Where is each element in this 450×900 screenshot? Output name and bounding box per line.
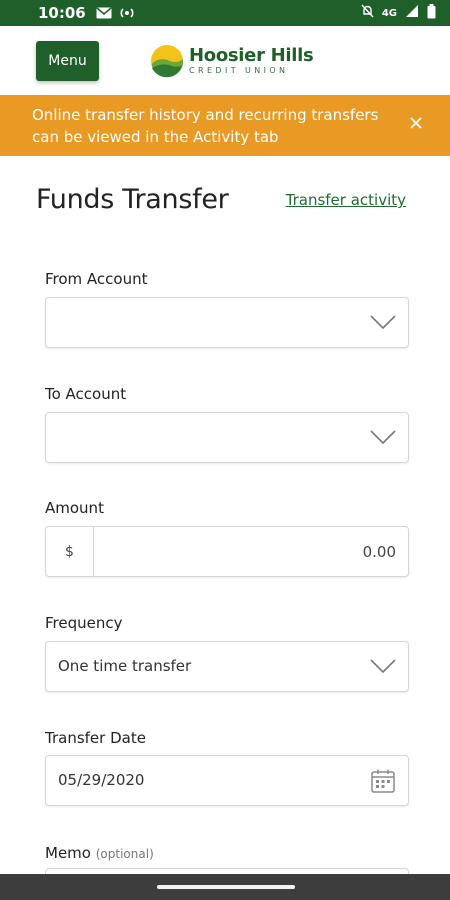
- network-4g-icon: 4G: [381, 7, 397, 19]
- transfer-date-value: 05/29/2020: [58, 771, 145, 789]
- chevron-down-icon: [370, 658, 396, 678]
- status-right: 4G: [361, 0, 436, 26]
- chevron-down-icon: [370, 429, 396, 449]
- frequency-value: One time transfer: [58, 657, 192, 675]
- status-bar: 10:06 4G: [0, 0, 450, 26]
- menu-button[interactable]: Menu: [36, 41, 99, 81]
- status-time: 10:06: [38, 4, 86, 22]
- calendar-icon[interactable]: [370, 768, 396, 798]
- transfer-activity-link[interactable]: Transfer activity: [286, 191, 406, 209]
- amount-input[interactable]: $ 0.00: [45, 526, 409, 577]
- memo-optional-hint: (optional): [95, 847, 154, 861]
- memo-label: Memo (optional): [45, 844, 154, 862]
- app-header: Menu Hoosier Hills CREDIT UNION: [0, 26, 450, 95]
- frequency-select[interactable]: One time transfer: [45, 641, 409, 692]
- transfer-date-input[interactable]: 05/29/2020: [45, 755, 409, 806]
- system-nav-bar: [0, 874, 450, 900]
- close-icon[interactable]: [408, 115, 424, 131]
- amount-label: Amount: [45, 499, 104, 517]
- home-gesture-handle[interactable]: [157, 885, 295, 889]
- signal-icon: [405, 4, 419, 22]
- from-account-select[interactable]: [45, 297, 409, 348]
- to-account-select[interactable]: [45, 412, 409, 463]
- memo-label-text: Memo: [45, 844, 91, 862]
- banner-message: Online transfer history and recurring tr…: [32, 106, 379, 146]
- credit-union-logo: Hoosier Hills CREDIT UNION: [150, 44, 314, 78]
- mute-icon: [361, 4, 374, 22]
- transfer-date-label: Transfer Date: [45, 729, 146, 747]
- from-account-label: From Account: [45, 270, 148, 288]
- chevron-down-icon: [370, 314, 396, 334]
- battery-icon: [427, 3, 436, 23]
- info-banner: Online transfer history and recurring tr…: [0, 95, 450, 156]
- logo-subtitle: CREDIT UNION: [189, 66, 289, 75]
- hotspot-icon: [120, 6, 134, 20]
- logo-name: Hoosier Hills: [189, 45, 314, 66]
- frequency-label: Frequency: [45, 614, 123, 632]
- page-title: Funds Transfer: [36, 184, 229, 215]
- amount-value[interactable]: 0.00: [94, 527, 408, 576]
- logo-mark-icon: [151, 45, 183, 78]
- mail-icon: [96, 7, 112, 19]
- currency-prefix: $: [46, 527, 94, 576]
- to-account-label: To Account: [45, 385, 127, 403]
